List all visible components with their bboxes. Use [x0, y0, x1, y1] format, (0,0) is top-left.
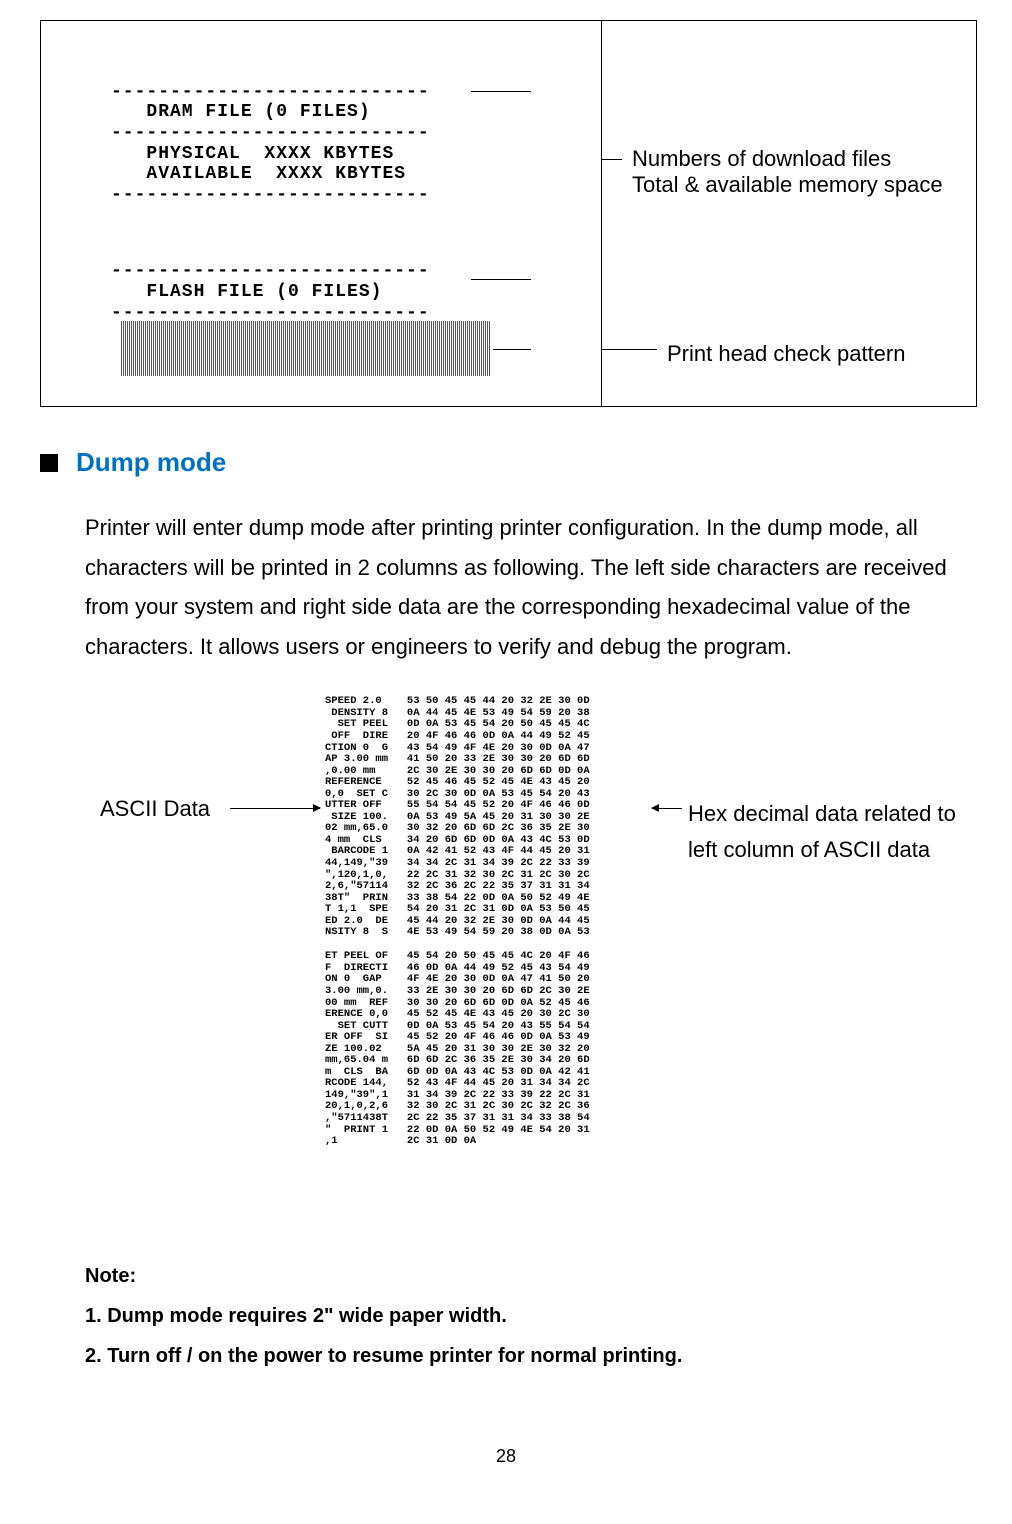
connector-line	[493, 349, 531, 350]
dump-figure: ASCII Data SPEED 2.0 53 50 45 45 44 20 3…	[30, 696, 982, 1196]
page-number: 28	[30, 1446, 982, 1467]
file-info-right: Numbers of download files Total & availa…	[602, 21, 976, 406]
connector-line	[471, 279, 531, 280]
file-info-box: --------------------------- DRAM FILE (0…	[40, 20, 977, 407]
flash-title: FLASH FILE (0 FILES)	[111, 282, 382, 302]
file-info-left: --------------------------- DRAM FILE (0…	[41, 21, 602, 406]
dump-block-1: SPEED 2.0 53 50 45 45 44 20 32 2E 30 0D …	[325, 696, 590, 938]
square-bullet-icon	[40, 454, 58, 472]
ascii-data-label: ASCII Data	[100, 796, 210, 822]
note-1: 1. Dump mode requires 2" wide paper widt…	[85, 1296, 982, 1336]
dash: ---------------------------	[111, 261, 430, 281]
annot-printhead: Print head check pattern	[667, 341, 905, 367]
hex-data-label: Hex decimal data related to left column …	[688, 796, 982, 866]
arrow-left-icon	[652, 808, 682, 809]
dram-available: AVAILABLE XXXX KBYTES	[111, 164, 406, 184]
dash: ---------------------------	[111, 123, 430, 143]
dram-title: DRAM FILE (0 FILES)	[111, 102, 371, 122]
dram-physical: PHYSICAL XXXX KBYTES	[111, 144, 394, 164]
note-2: 2. Turn off / on the power to resume pri…	[85, 1336, 982, 1376]
annot-memory: Total & available memory space	[632, 172, 943, 198]
note-head: Note:	[85, 1256, 982, 1296]
dash: ---------------------------	[111, 185, 430, 205]
dash: ---------------------------	[111, 82, 430, 102]
connector-line	[602, 159, 622, 160]
section-title: Dump mode	[76, 447, 226, 478]
dash: ---------------------------	[111, 303, 430, 323]
dram-block: --------------------------- DRAM FILE (0…	[111, 61, 601, 227]
notes: Note: 1. Dump mode requires 2" wide pape…	[85, 1256, 982, 1376]
connector-line	[471, 91, 531, 92]
connector-line	[602, 349, 657, 350]
print-head-pattern	[121, 321, 491, 376]
annot-downloads: Numbers of download files	[632, 146, 943, 172]
dump-block-2: ET PEEL OF 45 54 20 50 45 45 4C 20 4F 46…	[325, 951, 590, 1147]
arrow-right-icon	[230, 808, 320, 809]
section-body: Printer will enter dump mode after print…	[85, 508, 982, 666]
